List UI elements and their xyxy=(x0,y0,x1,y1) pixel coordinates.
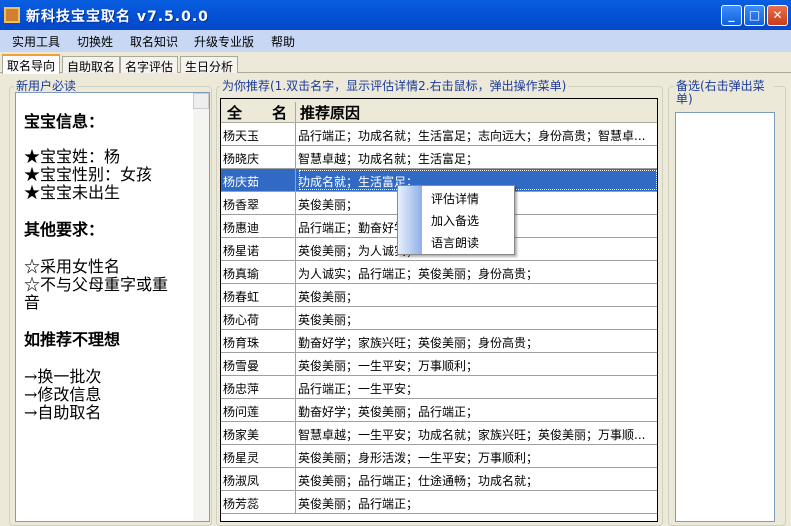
name-cell[interactable]: 杨星灵 xyxy=(221,445,296,467)
name-cell[interactable]: 杨淑凤 xyxy=(221,468,296,490)
maximize-button[interactable]: □ xyxy=(744,5,765,26)
tab-naming-guide[interactable]: 取名导向 xyxy=(2,54,61,74)
menu-help[interactable]: 帮助 xyxy=(271,33,295,50)
req-female-name: ☆采用女性名 xyxy=(24,257,121,276)
reason-cell[interactable]: 品行端正；功成名就；生活富足；志向远大；身份高贵；智慧卓... xyxy=(298,123,657,145)
name-cell[interactable]: 杨心荷 xyxy=(221,307,296,329)
name-cell[interactable]: 杨芳蕊 xyxy=(221,491,296,513)
other-requirements-heading: 其他要求： xyxy=(24,220,105,239)
req-no-duplicate-cont: 音 xyxy=(24,293,41,312)
info-surname: ★宝宝姓：杨 xyxy=(24,147,121,166)
table-row[interactable]: 杨晓庆 智慧卓越；功成名就；生活富足； xyxy=(221,146,657,169)
reason-cell[interactable]: 英俊美丽；品行端正；仕途通畅；功成名就； xyxy=(298,468,657,490)
name-cell[interactable]: 杨真瑜 xyxy=(221,261,296,283)
close-button[interactable]: ✕ xyxy=(767,5,788,26)
recommend-group-title: 为你推荐(1.双击名字，显示评估详情2.右击鼠标，弹出操作菜单) xyxy=(220,79,569,93)
scrollbar[interactable] xyxy=(193,93,209,521)
name-cell[interactable]: 杨问莲 xyxy=(221,399,296,421)
context-menu-strip xyxy=(398,186,422,254)
table-row[interactable]: 杨家美 智慧卓越；一生平安；功成名就；家族兴旺；英俊美丽；万事顺... xyxy=(221,422,657,445)
table-row[interactable]: 杨芳蕊 英俊美丽；品行端正； xyxy=(221,491,657,514)
tip-next-batch[interactable]: →换一批次 xyxy=(24,368,101,386)
name-cell[interactable]: 杨雪曼 xyxy=(221,353,296,375)
name-cell[interactable]: 杨天玉 xyxy=(221,123,296,145)
info-gender: ★宝宝性别：女孩 xyxy=(24,165,153,184)
reason-cell[interactable]: 智慧卓越；一生平安；功成名就；家族兴旺；英俊美丽；万事顺... xyxy=(298,422,657,444)
reason-cell[interactable]: 英俊美丽；身形活泼；一生平安；万事顺利； xyxy=(298,445,657,467)
table-row[interactable]: 杨天玉 品行端正；功成名就；生活富足；志向远大；身份高贵；智慧卓... xyxy=(221,123,657,146)
req-no-duplicate: ☆不与父母重字或重 xyxy=(24,275,169,294)
tab-strip: 取名导向 自助取名 名字评估 生日分析 xyxy=(0,54,791,74)
name-cell[interactable]: 杨香翠 xyxy=(221,192,296,214)
recommend-grid: 全 名 推荐原因 杨天玉 品行端正；功成名就；生活富足；志向远大；身份高贵；智慧卓… xyxy=(220,98,658,522)
table-row[interactable]: 杨心荷 英俊美丽； xyxy=(221,307,657,330)
menu-bar: 实用工具 切换姓 取名知识 升级专业版 帮助 xyxy=(0,30,791,52)
table-row[interactable]: 杨淑凤 英俊美丽；品行端正；仕途通畅；功成名就； xyxy=(221,468,657,491)
favorites-list[interactable] xyxy=(675,112,775,522)
name-cell[interactable]: 杨惠迪 xyxy=(221,215,296,237)
reason-cell[interactable]: 勤奋好学；家族兴旺；英俊美丽；身份高贵； xyxy=(298,330,657,352)
name-cell[interactable]: 杨星诺 xyxy=(221,238,296,260)
title-bar: 新科技宝宝取名 v7.5.0.0 _ □ ✕ xyxy=(0,0,791,30)
minimize-button[interactable]: _ xyxy=(721,5,742,26)
table-row[interactable]: 杨忠萍 品行端正；一生平安； xyxy=(221,376,657,399)
name-cell[interactable]: 杨春虹 xyxy=(221,284,296,306)
menu-item-read-aloud[interactable]: 语言朗读 xyxy=(431,234,479,251)
reason-cell[interactable]: 英俊美丽； xyxy=(298,307,657,329)
menu-item-evaluate-details[interactable]: 评估详情 xyxy=(431,190,479,207)
new-user-textbox: 宝宝信息： ★宝宝姓：杨 ★宝宝性别：女孩 ★宝宝未出生 其他要求： ☆采用女性… xyxy=(15,92,210,522)
reason-cell[interactable]: 智慧卓越；功成名就；生活富足； xyxy=(298,146,657,168)
reason-cell[interactable]: 英俊美丽； xyxy=(298,284,657,306)
table-row[interactable]: 杨育珠 勤奋好学；家族兴旺；英俊美丽；身份高贵； xyxy=(221,330,657,353)
menu-item-add-to-favorites[interactable]: 加入备选 xyxy=(431,212,479,229)
not-ideal-heading: 如推荐不理想 xyxy=(24,330,121,349)
reason-cell[interactable]: 勤奋好学；英俊美丽；品行端正； xyxy=(298,399,657,421)
menu-upgrade[interactable]: 升级专业版 xyxy=(194,33,254,50)
baby-info-heading: 宝宝信息： xyxy=(24,112,105,131)
reason-cell[interactable]: 英俊美丽；品行端正； xyxy=(298,491,657,513)
table-row[interactable]: 杨雪曼 英俊美丽；一生平安；万事顺利； xyxy=(221,353,657,376)
reason-cell[interactable]: 品行端正；一生平安； xyxy=(298,376,657,398)
name-cell[interactable]: 杨庆茹 xyxy=(221,169,296,191)
table-row[interactable]: 杨星灵 英俊美丽；身形活泼；一生平安；万事顺利； xyxy=(221,445,657,468)
menu-naming-knowledge[interactable]: 取名知识 xyxy=(130,33,178,50)
menu-switch-surname[interactable]: 切换姓 xyxy=(77,33,113,50)
name-cell[interactable]: 杨家美 xyxy=(221,422,296,444)
tip-self-naming[interactable]: →自助取名 xyxy=(24,404,101,422)
tab-name-evaluation[interactable]: 名字评估 xyxy=(120,56,179,74)
table-row[interactable]: 杨春虹 英俊美丽； xyxy=(221,284,657,307)
table-row[interactable]: 杨问莲 勤奋好学；英俊美丽；品行端正； xyxy=(221,399,657,422)
grid-header: 全 名 推荐原因 xyxy=(221,99,657,123)
reason-cell[interactable]: 为人诚实；品行端正；英俊美丽；身份高贵； xyxy=(298,261,657,283)
app-icon xyxy=(4,7,20,23)
col-name-header[interactable]: 全 名 xyxy=(227,102,287,123)
tip-edit-info[interactable]: →修改信息 xyxy=(24,386,101,404)
context-menu: 评估详情 加入备选 语言朗读 xyxy=(397,185,515,255)
info-birth: ★宝宝未出生 xyxy=(24,183,121,202)
menu-tools[interactable]: 实用工具 xyxy=(12,33,60,50)
name-cell[interactable]: 杨晓庆 xyxy=(221,146,296,168)
reason-cell[interactable]: 英俊美丽；一生平安；万事顺利； xyxy=(298,353,657,375)
table-row[interactable]: 杨真瑜 为人诚实；品行端正；英俊美丽；身份高贵； xyxy=(221,261,657,284)
scroll-up-icon[interactable] xyxy=(193,93,209,109)
window-title: 新科技宝宝取名 v7.5.0.0 xyxy=(26,9,209,25)
name-cell[interactable]: 杨育珠 xyxy=(221,330,296,352)
tab-self-naming[interactable]: 自助取名 xyxy=(62,56,121,74)
tab-birthday-analysis[interactable]: 生日分析 xyxy=(180,56,239,74)
col-reason-header[interactable]: 推荐原因 xyxy=(295,102,360,123)
name-cell[interactable]: 杨忠萍 xyxy=(221,376,296,398)
favorites-group-title: 备选(右击弹出菜单) xyxy=(674,80,774,106)
